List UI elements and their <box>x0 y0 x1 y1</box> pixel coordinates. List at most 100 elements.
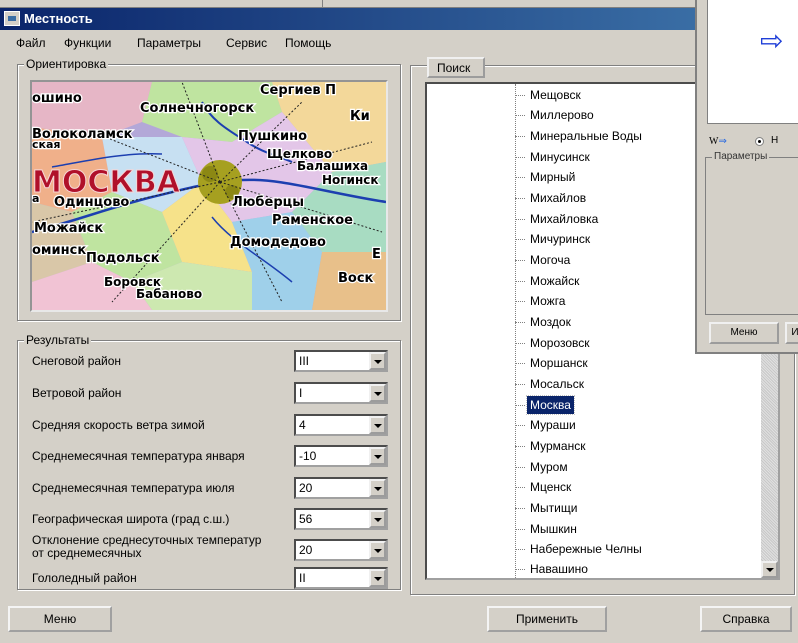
map-label-moscow: МОСКВА <box>32 165 181 200</box>
latitude-select[interactable]: 56 <box>294 508 388 530</box>
list-item[interactable]: Моршанск <box>515 354 591 372</box>
list-item-selected[interactable]: Москва <box>515 395 575 415</box>
list-item[interactable]: Мещовск <box>515 86 584 104</box>
menu-file[interactable]: Файл <box>16 36 46 50</box>
winter-wind-speed-value: 4 <box>299 418 306 432</box>
list-item[interactable]: Навашино <box>515 560 591 578</box>
menu-parameters[interactable]: Параметры <box>137 36 201 50</box>
list-item[interactable]: Минусинск <box>515 148 593 166</box>
menu-service[interactable]: Сервис <box>226 36 267 50</box>
map-label-pushkino: Пушкино <box>238 129 307 144</box>
list-item[interactable]: Можга <box>514 292 568 310</box>
map-label-e: Е <box>372 247 381 262</box>
map-label-balashikha: Балашиха <box>297 159 368 173</box>
list-item[interactable]: Михайловка <box>514 210 601 228</box>
map-label-shino: ошино <box>32 91 82 106</box>
chevron-down-icon[interactable] <box>369 479 386 497</box>
arrow-right-icon: ⇨ <box>760 24 784 57</box>
chevron-down-icon[interactable] <box>369 569 386 587</box>
w-label: W⇒ <box>709 136 727 147</box>
wind-region-value: I <box>299 386 303 400</box>
menu-button[interactable]: Меню <box>8 606 112 632</box>
list-item[interactable]: Минеральные Воды <box>515 127 645 145</box>
overlay-menu-button[interactable]: Меню <box>709 322 779 344</box>
list-item[interactable]: Муром <box>515 458 571 476</box>
search-tab[interactable]: Поиск <box>427 57 485 78</box>
ice-region-select[interactable]: II <box>294 567 388 589</box>
july-temp-select[interactable]: 20 <box>294 477 388 499</box>
map-label-lyubertsy: Люберцы <box>232 195 304 210</box>
latitude-value: 56 <box>299 512 313 526</box>
map-label-ramenskoe: Раменское <box>272 213 353 228</box>
label-ice-region: Гололедный район <box>32 571 137 585</box>
list-item[interactable]: Миллерово <box>515 106 597 124</box>
list-item[interactable]: Морозовск <box>515 334 593 352</box>
label-january-temp: Среднемесячная температура января <box>32 449 245 463</box>
window-title: Местность <box>24 11 93 26</box>
map-label-bykovo: Бабаново <box>136 287 202 301</box>
list-item[interactable]: Михайлов <box>514 189 589 207</box>
map-label-skaya: ская <box>32 138 60 151</box>
menu-functions[interactable]: Функции <box>64 36 111 50</box>
list-item[interactable]: Моздок <box>515 313 574 331</box>
temp-deviation-value: 20 <box>299 543 313 557</box>
chevron-down-icon[interactable] <box>369 352 386 370</box>
list-item[interactable]: Мосальск <box>515 375 587 393</box>
scroll-down-icon[interactable] <box>761 561 778 578</box>
chevron-down-icon[interactable] <box>369 416 386 434</box>
label-winter-wind-speed: Средняя скорость ветра зимой <box>32 418 205 432</box>
map-label-vosk: Воск <box>338 271 374 286</box>
region-map[interactable]: Сергиев П ошино Солнечногорск Ки Волокол… <box>30 80 388 312</box>
menu-help[interactable]: Помощь <box>285 36 331 50</box>
map-label-solnechnogorsk: Солнечногорск <box>140 101 254 116</box>
list-item[interactable]: Мытищи <box>514 499 580 517</box>
title-bar[interactable]: Местность <box>0 8 700 30</box>
radio-button[interactable] <box>755 137 764 146</box>
ice-region-value: II <box>299 571 306 585</box>
temp-deviation-select[interactable]: 20 <box>294 539 388 561</box>
label-latitude: Географическая широта (град с.ш.) <box>32 512 230 526</box>
winter-wind-speed-select[interactable]: 4 <box>294 414 388 436</box>
map-label-mozhaysk: Можайск <box>34 221 103 236</box>
label-snow-region: Снеговой район <box>32 354 122 368</box>
overlapping-window: ⇨ W⇒ Н Параметры Меню И <box>695 0 798 354</box>
map-label-minsk: оминск <box>32 243 86 258</box>
map-label-noginsk: Ногинск <box>322 173 379 187</box>
overlay-params-group: Параметры <box>705 151 798 315</box>
overlay-preview-pane: ⇨ <box>707 0 798 124</box>
list-item[interactable]: Мирный <box>514 168 578 186</box>
map-label-sergiev: Сергиев П <box>260 83 336 98</box>
map-label-domodedovo: Домодедово <box>230 235 326 250</box>
map-label-podolsk: Подольск <box>86 251 160 266</box>
menu-bar: Файл Функции Параметры Сервис Помощь <box>0 33 700 53</box>
orientation-legend: Ориентировка <box>24 57 109 71</box>
window-top-edge <box>0 0 700 8</box>
help-button[interactable]: Справка <box>700 606 792 632</box>
snow-region-value: III <box>299 354 310 368</box>
label-july-temp: Среднемесячная температура июля <box>32 481 235 495</box>
chevron-down-icon[interactable] <box>369 447 386 465</box>
app-icon <box>4 11 20 26</box>
list-item[interactable]: Мичуринск <box>514 230 593 248</box>
overlay-params-legend: Параметры <box>712 151 770 162</box>
list-item[interactable]: Мураши <box>515 416 579 434</box>
radio-label: Н <box>771 135 779 146</box>
list-item[interactable]: Набережные Челны <box>515 540 645 558</box>
list-item[interactable]: Могоча <box>514 251 573 269</box>
snow-region-select[interactable]: III <box>294 350 388 372</box>
apply-button[interactable]: Применить <box>487 606 607 632</box>
chevron-down-icon[interactable] <box>369 384 386 402</box>
list-item[interactable]: Мышкин <box>515 520 580 538</box>
results-legend: Результаты <box>24 333 92 347</box>
january-temp-select[interactable]: -10 <box>294 445 388 467</box>
chevron-down-icon[interactable] <box>369 510 386 528</box>
list-item[interactable]: Можайск <box>514 272 582 290</box>
list-item[interactable]: Мурманск <box>514 437 588 455</box>
january-temp-value: -10 <box>299 449 317 463</box>
wind-region-select[interactable]: I <box>294 382 388 404</box>
map-label-ki: Ки <box>350 109 370 124</box>
chevron-down-icon[interactable] <box>369 541 386 559</box>
overlay-cut-button[interactable]: И <box>785 322 798 344</box>
label-temp-deviation: Отклонение среднесуточных температур от … <box>32 533 262 560</box>
list-item[interactable]: Мценск <box>514 478 574 496</box>
